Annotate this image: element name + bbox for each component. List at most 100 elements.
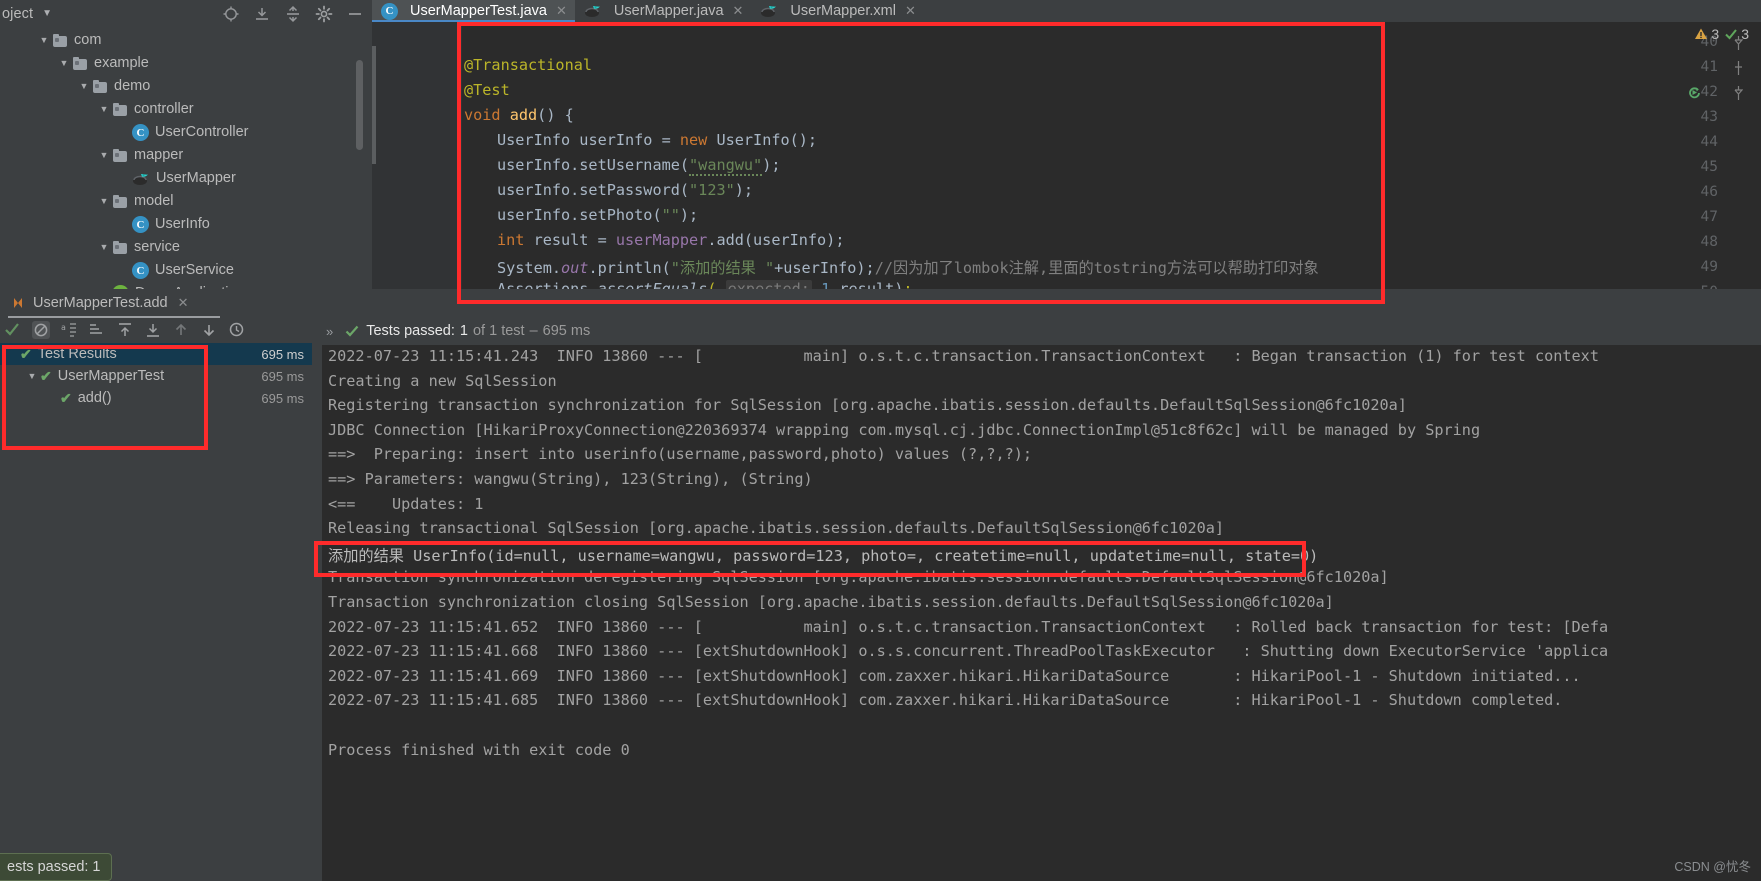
project-tree-item-userinfo[interactable]: C UserInfo [0, 213, 372, 236]
editor-tab-label: UserMapper.java [613, 3, 724, 19]
gutter-line-number: 44 [1700, 134, 1718, 150]
hide-ignored-icon[interactable] [32, 321, 50, 339]
project-tree-item-model[interactable]: ▼ model [0, 190, 372, 213]
fold-end-icon[interactable] [1734, 61, 1743, 78]
editor-tabbar[interactable]: C UserMapperTest.java ✕ UserMapper.java ✕ Use… [372, 0, 1761, 22]
test-tree-item[interactable]: ✔ add() 695 ms [0, 387, 312, 409]
folder-icon [52, 33, 68, 48]
prev-failed-icon[interactable] [172, 321, 190, 339]
project-tree-item-userservice[interactable]: C UserService [0, 259, 372, 282]
project-tree-item-demo[interactable]: ▼ demo [0, 75, 372, 98]
collapse-all-icon[interactable] [144, 321, 162, 339]
java-class-icon: C [132, 124, 149, 141]
run-console-output[interactable]: 2022-07-23 11:15:41.243 INFO 13860 --- [… [322, 345, 1761, 881]
project-tree-item-label: controller [134, 101, 194, 118]
code-text: .println( [588, 259, 671, 277]
close-icon[interactable]: ✕ [556, 3, 567, 19]
inspection-widget[interactable]: 3 3 [1694, 26, 1749, 42]
close-icon[interactable]: ✕ [733, 3, 744, 19]
close-icon[interactable]: ✕ [905, 3, 916, 19]
project-tree-item-usermapper[interactable]: UserMapper [0, 167, 372, 190]
mybatis-icon [760, 4, 778, 18]
code-editor[interactable]: 4041424344454647484950 @Transactional @T… [372, 22, 1761, 289]
sort-duration-icon[interactable] [88, 321, 106, 339]
java-class-icon: C [132, 216, 149, 233]
project-tree-item-mapper[interactable]: ▼ mapper [0, 144, 372, 167]
gutter-line-number: 46 [1700, 184, 1718, 200]
parameter-hint-expected: expected: [725, 280, 812, 289]
editor-tab-label: UserMapper.xml [790, 3, 896, 19]
history-icon[interactable] [228, 321, 246, 339]
twisty-expanded-icon[interactable]: ▼ [96, 243, 112, 252]
gutter-line-number: 47 [1700, 209, 1718, 225]
run-test-gutter-icon[interactable] [1687, 85, 1701, 99]
close-icon[interactable]: ✕ [178, 295, 189, 311]
test-tree-item[interactable]: ▼ ✔ UserMapperTest 695 ms [0, 365, 312, 387]
line-comment: //因为加了lombok注解,里面的tostring方法可以帮助打印对象 [874, 259, 1319, 277]
project-tree-item-controller[interactable]: ▼ controller [0, 98, 372, 121]
project-tree-item-service[interactable]: ▼ service [0, 236, 372, 259]
sort-alpha-icon[interactable]: a [60, 321, 78, 339]
gutter-line-number: 45 [1700, 159, 1718, 175]
console-line: 2022-07-23 11:15:41.652 INFO 13860 --- [… [328, 617, 1609, 636]
project-tree-item-label: UserMapper [156, 170, 236, 187]
keyword-int: int [497, 231, 525, 249]
chevrons-icon[interactable]: » [326, 324, 333, 339]
keyword-void: void [464, 106, 501, 124]
twisty-expanded-icon[interactable]: ▼ [76, 82, 92, 91]
twisty-expanded-icon[interactable]: ▼ [96, 197, 112, 206]
project-tree-item-demoapplication[interactable]: DemoApplication [0, 282, 372, 289]
twisty-expanded-icon[interactable]: ▼ [56, 59, 72, 68]
fold-collapse-icon[interactable] [1734, 86, 1744, 103]
chevron-down-icon[interactable]: ▼ [42, 8, 52, 19]
project-scrollbar[interactable] [356, 60, 363, 150]
field-usermapper: userMapper [615, 231, 708, 249]
code-text: ); [734, 181, 754, 199]
project-panel-title: oject [2, 5, 34, 22]
project-tree-item-com[interactable]: ▼ com [0, 29, 372, 52]
project-tree-item-usercontroller[interactable]: C UserController [0, 121, 372, 144]
test-tree-item-label: Test Results [37, 346, 117, 362]
editor-left-scrollbar[interactable] [372, 46, 376, 164]
filter-passed-icon[interactable] [4, 321, 22, 339]
project-tree-item-label: demo [114, 78, 151, 95]
typo-count-group[interactable]: 3 [1724, 26, 1749, 42]
code-text: () { [537, 106, 574, 124]
expand-all-icon[interactable] [116, 321, 134, 339]
minimize-icon[interactable] [346, 5, 364, 23]
warning-count-group[interactable]: 3 [1694, 26, 1719, 42]
test-results-tree[interactable]: ✔ Test Results 695 ms ▼ ✔ UserMapperTest 695 m… [0, 343, 312, 881]
editor-tab-usermapper-java[interactable]: UserMapper.java ✕ [575, 0, 752, 22]
twisty-expanded-icon[interactable]: ▼ [96, 105, 112, 114]
twisty-expanded-icon[interactable]: ▼ [36, 36, 52, 45]
project-tree-item-example[interactable]: ▼ example [0, 52, 372, 75]
next-failed-icon[interactable] [200, 321, 218, 339]
mybatis-icon [132, 172, 150, 186]
editor-tab-usermapper-xml[interactable]: UserMapper.xml ✕ [751, 0, 923, 22]
expand-all-icon[interactable] [253, 5, 271, 23]
project-tree-item-label: service [134, 239, 180, 256]
gear-icon[interactable] [315, 5, 333, 23]
run-configuration-tab[interactable]: UserMapperTest.add ✕ [0, 289, 1761, 318]
twisty-expanded-icon[interactable]: ▼ [24, 371, 40, 381]
test-tree-item[interactable]: ✔ Test Results 695 ms [0, 343, 312, 365]
editor-gutter[interactable] [372, 22, 462, 289]
twisty-expanded-icon[interactable]: ▼ [96, 151, 112, 160]
test-tree-item-label: add() [77, 390, 112, 406]
gutter-line-number: 48 [1700, 234, 1718, 250]
project-tree[interactable]: ▼ com ▼ example ▼ demo ▼ controller C UserControl… [0, 27, 372, 289]
java-class-icon: C [132, 262, 149, 279]
typo-count: 3 [1741, 26, 1749, 42]
gutter-line-number: 41 [1700, 59, 1718, 75]
code-text: userInfo.setPhoto( [497, 206, 662, 224]
locate-icon[interactable] [222, 5, 240, 23]
test-duration: 695 ms [261, 346, 304, 362]
collapse-all-icon[interactable] [284, 5, 302, 23]
console-line: Process finished with exit code 0 [328, 740, 630, 759]
run-config-icon [14, 298, 22, 308]
code-text: ); [679, 206, 699, 224]
editor-tab-usermappertest-java[interactable]: C UserMapperTest.java ✕ [372, 0, 575, 22]
gutter-line-number: 43 [1700, 109, 1718, 125]
summary-dash: – [529, 323, 538, 339]
code-text: +userInfo); [774, 259, 875, 277]
